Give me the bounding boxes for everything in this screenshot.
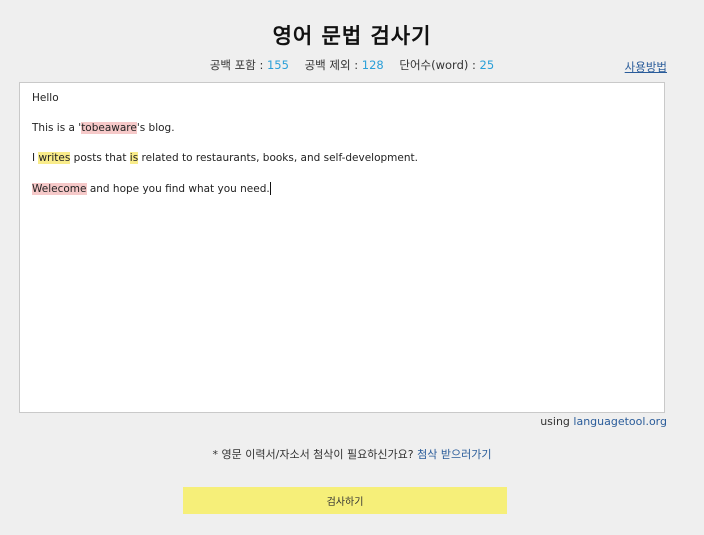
text-counts: 공백 포함 : 155 공백 제외 : 128 단어수(word) : 25: [0, 57, 704, 73]
proofreading-link[interactable]: 첨삭 받으러가기: [417, 448, 491, 461]
grammar-error[interactable]: is: [129, 152, 139, 164]
grammar-error[interactable]: writes: [38, 152, 71, 164]
spelling-error[interactable]: tobeaware: [81, 122, 137, 134]
editor-line: This is a 'tobeaware's blog.: [32, 122, 175, 134]
spelling-error[interactable]: Welecome: [32, 183, 87, 195]
howto-link[interactable]: 사용방법: [625, 59, 667, 75]
credit-line: using languagetool.org: [540, 415, 667, 428]
editor-line: Hello: [32, 92, 59, 104]
proofreading-promo: * 영문 이력서/자소서 첨삭이 필요하신가요? 첨삭 받으러가기: [212, 448, 492, 461]
editor-line: I writes posts that is related to restau…: [32, 152, 418, 164]
check-button[interactable]: 검사하기: [183, 487, 507, 514]
count-with-spaces: 공백 포함 : 155: [209, 58, 289, 72]
text-editor[interactable]: Hello This is a 'tobeaware's blog. I wri…: [19, 82, 665, 413]
count-words: 단어수(word) : 25: [399, 58, 495, 72]
languagetool-link[interactable]: languagetool.org: [573, 415, 667, 428]
page-title: 영어 문법 검사기: [272, 24, 432, 48]
text-caret: [269, 182, 271, 195]
count-without-spaces: 공백 제외 : 128: [304, 58, 384, 72]
editor-line: Welecome and hope you find what you need…: [32, 182, 271, 195]
